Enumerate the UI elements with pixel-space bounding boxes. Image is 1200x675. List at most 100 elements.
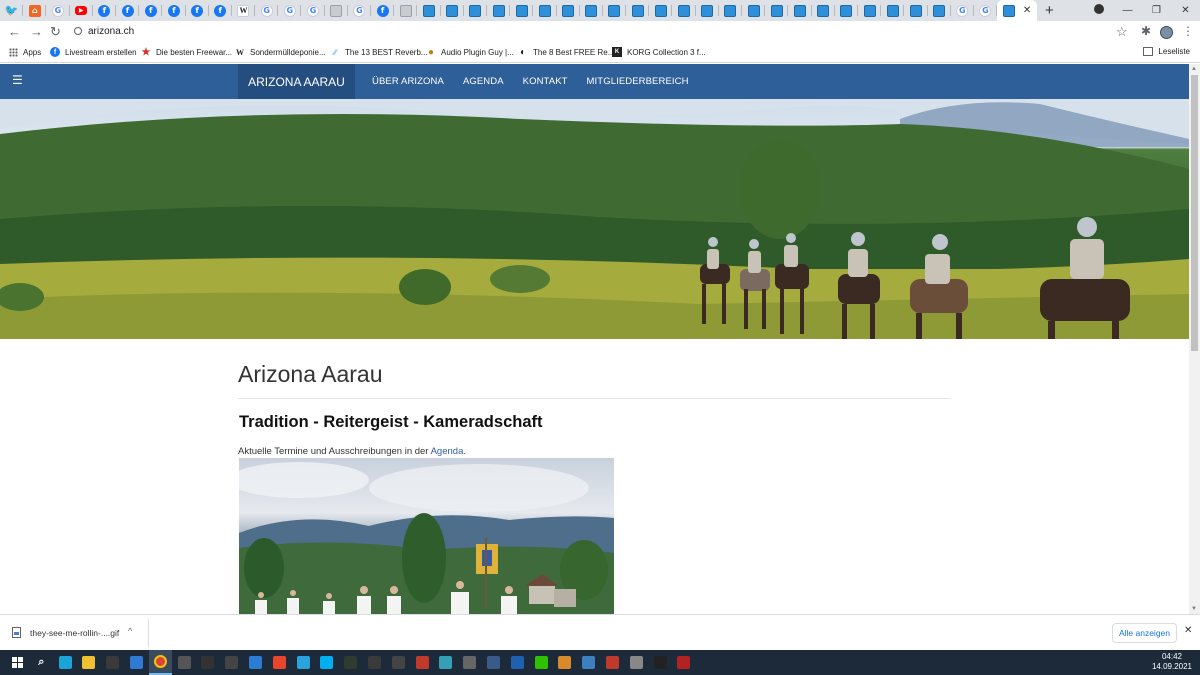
browser-menu-icon[interactable]: ⋮ xyxy=(1182,24,1194,38)
scroll-down-arrow-icon[interactable]: ▼ xyxy=(1191,606,1197,612)
browser-tab[interactable]: G xyxy=(951,0,975,21)
browser-tab[interactable]: G xyxy=(974,0,998,21)
browser-tab[interactable] xyxy=(928,0,951,21)
browser-tab[interactable] xyxy=(719,0,743,21)
browser-tab[interactable]: f xyxy=(371,0,395,21)
browser-tab[interactable] xyxy=(788,0,812,21)
taskbar-item[interactable]: ⌕ xyxy=(30,650,53,675)
browser-tab[interactable]: W xyxy=(232,0,256,21)
browser-tab[interactable] xyxy=(835,0,859,21)
new-tab-button[interactable]: + xyxy=(1045,2,1054,19)
reading-list-button[interactable]: Leseliste xyxy=(1143,47,1190,56)
browser-tab[interactable] xyxy=(487,0,511,21)
browser-tab[interactable] xyxy=(742,0,766,21)
bookmark-item[interactable]: ∕∕ The 13 BEST Reverb... xyxy=(330,47,428,57)
nav-link[interactable]: KONTAKT xyxy=(523,76,568,87)
taskbar-item[interactable] xyxy=(672,650,695,675)
taskbar-item[interactable] xyxy=(101,650,124,675)
taskbar-item[interactable] xyxy=(363,650,386,675)
taskbar-item[interactable] xyxy=(506,650,529,675)
extensions-icon[interactable]: ✱ xyxy=(1141,24,1151,38)
taskbar-item[interactable] xyxy=(77,650,100,675)
browser-tab[interactable]: ▶ xyxy=(70,0,93,21)
browser-tab[interactable]: f xyxy=(139,0,163,21)
browser-tab[interactable]: G xyxy=(278,0,302,21)
close-window-button[interactable]: ✕ xyxy=(1171,5,1200,16)
download-options-chevron-icon[interactable]: ^ xyxy=(128,626,132,636)
taskbar-item[interactable] xyxy=(434,650,457,675)
browser-tab[interactable] xyxy=(533,0,557,21)
site-brand[interactable]: ARIZONA AARAU xyxy=(238,64,355,99)
browser-tab[interactable]: G xyxy=(348,0,372,21)
taskbar-item[interactable] xyxy=(54,650,77,675)
taskbar-item[interactable] xyxy=(148,650,172,675)
taskbar-item[interactable] xyxy=(458,650,481,675)
system-clock[interactable]: 04:42 14.09.2021 xyxy=(1152,652,1192,672)
browser-tab[interactable] xyxy=(812,0,835,21)
taskbar-item[interactable] xyxy=(315,650,338,675)
browser-tab[interactable] xyxy=(649,0,673,21)
browser-tab[interactable]: ⌂ xyxy=(23,0,47,21)
site-info-icon[interactable] xyxy=(74,27,82,35)
bookmark-item[interactable]: ★ Die besten Freewar... xyxy=(141,47,233,58)
show-all-downloads-button[interactable]: Alle anzeigen xyxy=(1112,623,1177,643)
bookmark-item[interactable]: Apps xyxy=(8,47,41,57)
browser-tab[interactable]: f xyxy=(186,0,209,21)
menu-icon[interactable]: ☰ xyxy=(12,73,23,87)
profile-avatar[interactable] xyxy=(1160,26,1173,39)
browser-tab[interactable] xyxy=(904,0,928,21)
nav-link[interactable]: AGENDA xyxy=(463,76,504,87)
browser-tab[interactable] xyxy=(394,0,418,21)
browser-tab[interactable]: G xyxy=(46,0,70,21)
active-browser-tab[interactable]: ✕ xyxy=(997,0,1038,21)
browser-tab[interactable] xyxy=(881,0,905,21)
nav-link[interactable]: ÜBER ARIZONA xyxy=(372,76,444,87)
back-button[interactable]: ← xyxy=(8,24,21,39)
agenda-link[interactable]: Agenda xyxy=(431,446,464,457)
taskbar-item[interactable] xyxy=(6,650,29,675)
maximize-button[interactable]: ❐ xyxy=(1142,5,1171,16)
download-item[interactable]: they-see-me-rollin-....gif xyxy=(12,627,119,638)
taskbar-item[interactable] xyxy=(553,650,576,675)
address-bar[interactable]: arizona.ch xyxy=(88,26,134,37)
browser-tab[interactable] xyxy=(510,0,534,21)
close-download-bar-button[interactable]: ✕ xyxy=(1184,625,1192,636)
nav-link[interactable]: MITGLIEDERBEREICH xyxy=(587,76,689,87)
taskbar-item[interactable] xyxy=(625,650,648,675)
taskbar-item[interactable] xyxy=(387,650,410,675)
taskbar-item[interactable] xyxy=(339,650,362,675)
taskbar-item[interactable] xyxy=(411,650,434,675)
forward-button[interactable]: → xyxy=(30,24,43,39)
taskbar-item[interactable] xyxy=(220,650,243,675)
bookmark-item[interactable]: ● Audio Plugin Guy |... xyxy=(426,47,514,58)
tab-search-button[interactable] xyxy=(1084,4,1113,17)
browser-tab[interactable] xyxy=(696,0,720,21)
page-scrollbar[interactable]: ▲ ▼ xyxy=(1189,64,1200,614)
scroll-up-arrow-icon[interactable]: ▲ xyxy=(1191,66,1197,72)
browser-tab[interactable]: f xyxy=(209,0,233,21)
browser-tab[interactable] xyxy=(417,0,441,21)
taskbar-item[interactable] xyxy=(649,650,672,675)
taskbar-item[interactable] xyxy=(268,650,291,675)
taskbar-item[interactable] xyxy=(244,650,267,675)
browser-tab[interactable]: 🐦 xyxy=(0,0,24,21)
taskbar-item[interactable] xyxy=(482,650,505,675)
browser-tab[interactable] xyxy=(626,0,650,21)
browser-tab[interactable]: G xyxy=(301,0,325,21)
taskbar-item[interactable] xyxy=(530,650,553,675)
browser-tab[interactable] xyxy=(325,0,349,21)
browser-tab[interactable] xyxy=(557,0,580,21)
browser-tab[interactable] xyxy=(858,0,882,21)
bookmark-item[interactable]: ◐ The 8 Best FREE Re... xyxy=(518,47,614,58)
bookmark-star-icon[interactable]: ☆ xyxy=(1116,24,1128,40)
taskbar-item[interactable] xyxy=(173,650,196,675)
taskbar-item[interactable] xyxy=(125,650,148,675)
taskbar-item[interactable] xyxy=(292,650,315,675)
browser-tab[interactable] xyxy=(672,0,696,21)
bookmark-item[interactable]: K KORG Collection 3 f... xyxy=(612,47,706,57)
browser-tab[interactable] xyxy=(765,0,789,21)
minimize-button[interactable]: — xyxy=(1113,5,1142,16)
scrollbar-thumb[interactable] xyxy=(1191,75,1198,351)
browser-tab[interactable]: f xyxy=(162,0,186,21)
bookmark-item[interactable]: f Livestream erstellen xyxy=(50,47,137,57)
